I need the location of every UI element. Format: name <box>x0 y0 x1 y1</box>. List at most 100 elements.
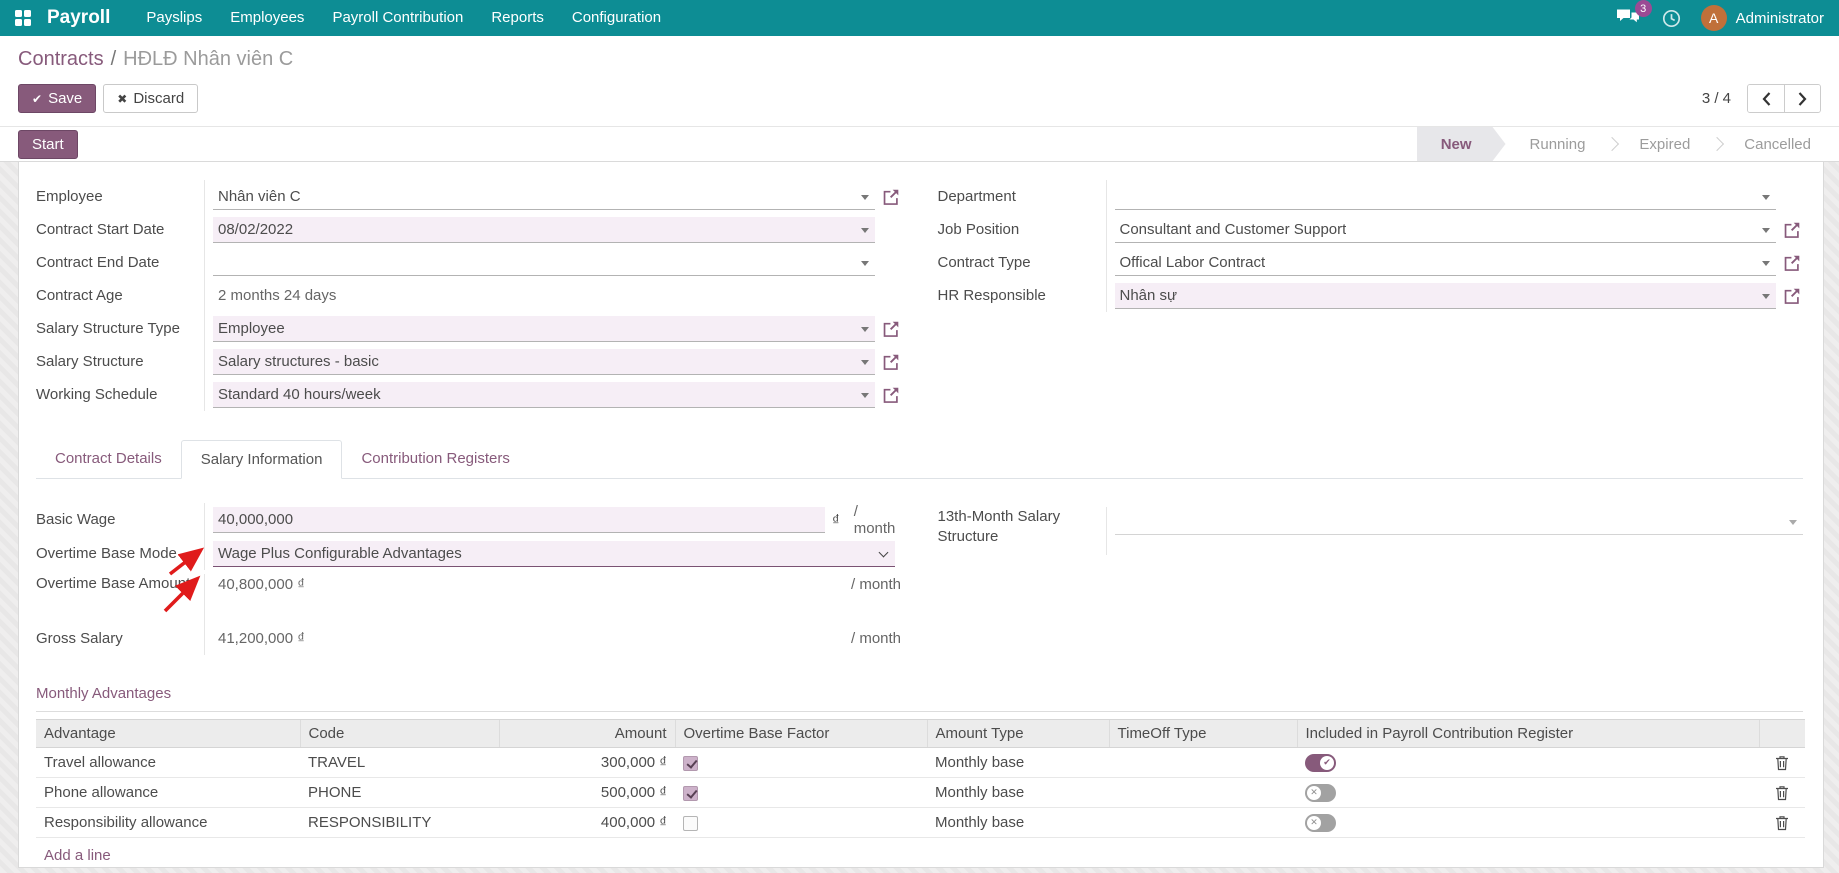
amount-type-cell[interactable]: Monthly base <box>927 747 1109 778</box>
add-a-line-link[interactable]: Add a line <box>36 838 119 873</box>
advantage-cell[interactable]: Phone allowance <box>36 777 300 808</box>
contract-end-date-input[interactable] <box>213 249 875 276</box>
thirteenth-month-input[interactable] <box>1114 509 1803 535</box>
menu-payroll-contribution[interactable]: Payroll Contribution <box>318 0 477 36</box>
amount-type-cell[interactable]: Monthly base <box>927 777 1109 808</box>
chevron-down-icon[interactable] <box>860 227 869 233</box>
included-toggle[interactable] <box>1305 753 1336 772</box>
external-link-icon[interactable] <box>882 386 902 404</box>
messages-icon[interactable]: 3 <box>1616 0 1652 29</box>
col-timeoff-type[interactable]: TimeOff Type <box>1108 719 1297 748</box>
working-schedule-input[interactable]: Standard 40 hours/week <box>213 381 875 408</box>
code-cell[interactable]: RESPONSIBILITY <box>300 807 499 838</box>
department-input[interactable] <box>1114 183 1776 210</box>
col-amount-type[interactable]: Amount Type <box>926 719 1109 748</box>
discard-button[interactable]: ✖ Discard <box>103 84 199 113</box>
chevron-down-icon[interactable] <box>860 392 869 398</box>
stage-new[interactable]: New <box>1417 127 1506 161</box>
contract-type-input[interactable]: Offical Labor Contract <box>1114 249 1776 276</box>
advantage-cell[interactable]: Responsibility allowance <box>36 807 300 838</box>
job-position-input[interactable]: Consultant and Customer Support <box>1114 216 1776 243</box>
overtime-base-mode-select[interactable]: Wage Plus Configurable Advantages <box>213 540 895 567</box>
stage-expired[interactable]: Expired <box>1615 127 1714 161</box>
stage-running[interactable]: Running <box>1506 127 1610 161</box>
external-link-icon[interactable] <box>1783 254 1803 272</box>
app-title[interactable]: Payroll <box>47 7 110 29</box>
salary-structure-type-input[interactable]: Employee <box>213 315 875 342</box>
delete-row-icon[interactable] <box>1775 785 1789 801</box>
user-menu[interactable]: A Administrator <box>1700 5 1824 31</box>
save-button[interactable]: ✔ Save <box>18 84 97 113</box>
menu-reports[interactable]: Reports <box>477 0 558 36</box>
salary-structure-label: Salary Structure <box>36 352 144 370</box>
salary-structure-input[interactable]: Salary structures - basic <box>213 348 875 375</box>
table-row[interactable]: Travel allowance TRAVEL 300,000 ₫ Monthl… <box>36 747 1805 778</box>
menu-configuration[interactable]: Configuration <box>558 0 675 36</box>
external-link-icon[interactable] <box>882 353 902 371</box>
chevron-down-icon[interactable] <box>1762 260 1770 266</box>
table-row[interactable]: Responsibility allowance RESPONSIBILITY … <box>36 807 1805 838</box>
menu-payslips[interactable]: Payslips <box>132 0 216 36</box>
chevron-down-icon[interactable] <box>1762 194 1770 200</box>
user-name: Administrator <box>1735 9 1824 27</box>
chevron-down-icon[interactable] <box>1789 520 1797 525</box>
field-row-contract-type: Contract Type Offical Labor Contract <box>938 246 1804 279</box>
col-included[interactable]: Included in Payroll Contribution Registe… <box>1296 719 1759 748</box>
advantage-cell[interactable]: Travel allowance <box>36 747 300 778</box>
chevron-down-icon[interactable] <box>860 326 869 332</box>
group-right-column: Department Job Position Consultant and C… <box>938 180 1804 411</box>
amount-cell[interactable]: 500,000 ₫ <box>499 777 675 808</box>
code-cell[interactable]: TRAVEL <box>300 747 499 778</box>
salary-left-column: Basic Wage 40,000,000 ₫ / month Overtime… <box>36 503 902 655</box>
external-link-icon[interactable] <box>1783 221 1803 239</box>
amount-type-cell[interactable]: Monthly base <box>927 807 1109 838</box>
code-cell[interactable]: PHONE <box>300 777 499 808</box>
chevron-down-icon[interactable] <box>1762 293 1770 299</box>
col-amount[interactable]: Amount <box>498 719 675 748</box>
stage-cancelled[interactable]: Cancelled <box>1720 127 1835 161</box>
external-link-icon[interactable] <box>882 188 902 206</box>
delete-row-icon[interactable] <box>1775 815 1789 831</box>
apps-grid-icon[interactable] <box>15 10 31 26</box>
external-link-icon[interactable] <box>1783 287 1803 305</box>
col-advantage[interactable]: Advantage <box>36 719 300 748</box>
activity-clock-icon[interactable] <box>1662 9 1681 28</box>
chevron-down-icon[interactable] <box>860 194 869 200</box>
hr-responsible-input[interactable]: Nhân sự <box>1114 282 1776 309</box>
employee-input[interactable]: Nhân viên C <box>213 183 875 210</box>
notebook-tabs: Contract Details Salary Information Cont… <box>36 439 1803 479</box>
amount-cell[interactable]: 400,000 ₫ <box>499 807 675 838</box>
chevron-down-icon[interactable] <box>860 260 869 266</box>
timeoff-type-cell[interactable] <box>1109 807 1297 838</box>
delete-row-icon[interactable] <box>1775 755 1789 771</box>
timeoff-type-cell[interactable] <box>1109 777 1297 808</box>
salary-right-column: 13th-Month Salary Structure <box>938 503 1803 655</box>
pager-previous-button[interactable] <box>1748 85 1784 112</box>
amount-cell[interactable]: 300,000 ₫ <box>499 747 675 778</box>
col-code[interactable]: Code <box>299 719 499 748</box>
external-link-icon[interactable] <box>882 320 902 338</box>
menu-employees[interactable]: Employees <box>216 0 318 36</box>
chevron-down-icon[interactable] <box>860 359 869 365</box>
pager-next-button[interactable] <box>1784 85 1820 112</box>
included-cell <box>1297 747 1759 778</box>
basic-wage-input[interactable]: 40,000,000 <box>213 507 825 533</box>
overtime-base-factor-checkbox[interactable] <box>683 815 698 831</box>
tab-salary-information[interactable]: Salary Information <box>180 440 343 479</box>
timeoff-type-cell[interactable] <box>1109 747 1297 778</box>
tab-contribution-registers[interactable]: Contribution Registers <box>342 440 528 479</box>
overtime-base-factor-checkbox[interactable] <box>683 785 698 801</box>
field-row-job-position: Job Position Consultant and Customer Sup… <box>938 213 1804 246</box>
breadcrumb-contracts[interactable]: Contracts <box>18 48 104 70</box>
col-overtime-base-factor[interactable]: Overtime Base Factor <box>674 719 927 748</box>
included-toggle[interactable] <box>1305 783 1336 802</box>
contract-start-date-input[interactable]: 08/02/2022 <box>213 216 875 243</box>
included-toggle[interactable] <box>1305 813 1336 832</box>
tab-contract-details[interactable]: Contract Details <box>36 440 181 479</box>
contract-type-value: Offical Labor Contract <box>1119 253 1266 271</box>
table-row[interactable]: Phone allowance PHONE 500,000 ₫ Monthly … <box>36 777 1805 808</box>
chevron-down-icon[interactable] <box>1762 227 1770 233</box>
overtime-base-factor-checkbox[interactable] <box>683 755 698 771</box>
monthly-advantages-heading: Monthly Advantages <box>36 685 1803 712</box>
start-button[interactable]: Start <box>18 129 78 159</box>
